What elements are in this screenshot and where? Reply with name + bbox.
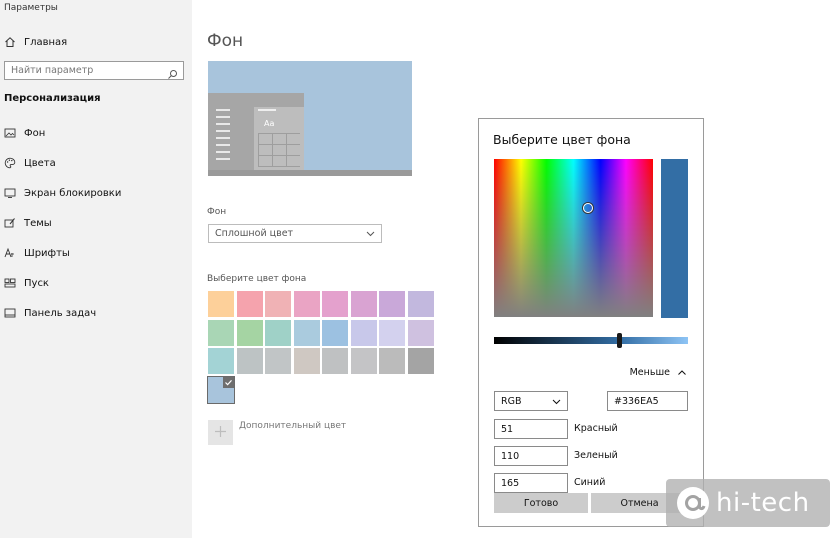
color-swatch[interactable] (293, 319, 320, 346)
watermark-text: hi-tech (716, 488, 810, 518)
palette-icon (4, 157, 16, 169)
dialog-title: Выберите цвет фона (493, 132, 631, 147)
sidebar-item-label: Фон (24, 127, 46, 139)
sidebar-item-label: Экран блокировки (24, 187, 122, 199)
search-box[interactable] (4, 61, 184, 80)
color-swatch[interactable] (322, 348, 348, 374)
slider-thumb[interactable] (617, 333, 622, 348)
color-swatch[interactable] (208, 319, 234, 346)
brightness-slider[interactable] (494, 333, 688, 348)
color-swatch[interactable] (350, 291, 377, 317)
green-label: Зеленый (574, 450, 618, 461)
sidebar-item-label: Панель задач (24, 307, 97, 319)
preview-taskbar (208, 170, 412, 176)
sidebar-item-label: Пуск (24, 277, 49, 289)
background-type-label: Фон (207, 207, 227, 217)
color-swatch[interactable] (322, 291, 348, 317)
sidebar-nav: Фон Цвета Экран блокировки Темы Шрифты П… (4, 118, 121, 328)
hi-tech-logo-icon (676, 486, 710, 520)
sidebar-home[interactable]: Главная (4, 34, 67, 50)
plus-icon (214, 423, 227, 442)
color-swatch[interactable] (379, 348, 405, 374)
preview-window: Aa (208, 93, 304, 170)
chevron-down-icon (365, 228, 376, 239)
sidebar-item-themes[interactable]: Темы (4, 208, 121, 238)
picture-icon (4, 127, 16, 139)
color-swatch[interactable] (236, 291, 263, 317)
current-color-preview (661, 159, 688, 318)
chevron-up-icon (677, 368, 687, 378)
color-swatch[interactable] (293, 291, 320, 317)
window-title: Параметры (4, 3, 58, 13)
color-swatch[interactable] (207, 375, 235, 404)
custom-color-label: Дополнительный цвет (239, 421, 347, 431)
home-icon (4, 36, 16, 48)
color-mode-select[interactable]: RGB (494, 391, 568, 411)
less-label: Меньше (629, 367, 670, 378)
green-input[interactable] (494, 446, 568, 466)
done-button[interactable]: Готово (494, 493, 588, 513)
color-swatch[interactable] (236, 319, 263, 346)
search-icon[interactable] (167, 65, 178, 79)
sidebar-item-label: Цвета (24, 157, 56, 169)
color-swatch[interactable] (208, 291, 234, 317)
sidebar-item-taskbar[interactable]: Панель задач (4, 298, 121, 328)
color-mode-value: RGB (501, 395, 522, 407)
color-swatch[interactable] (379, 319, 405, 346)
color-picker-dialog: Выберите цвет фона Меньше RGB Красный Зе… (478, 118, 704, 527)
desktop-preview: Aa (208, 61, 412, 176)
preview-menu (216, 109, 230, 165)
sidebar-item-label: Темы (24, 217, 52, 229)
page-title: Фон (207, 31, 244, 51)
blue-label: Синий (574, 477, 606, 488)
swatches-label: Выберите цвет фона (207, 274, 307, 284)
sidebar-item-fonts[interactable]: Шрифты (4, 238, 121, 268)
color-swatch[interactable] (293, 348, 320, 374)
watermark: hi-tech (666, 479, 830, 527)
color-swatch[interactable] (407, 291, 434, 317)
brush-icon (4, 217, 16, 229)
hex-input[interactable] (607, 391, 688, 411)
add-custom-color-button[interactable] (208, 420, 233, 445)
taskbar-icon (4, 307, 16, 319)
preview-pane: Aa (254, 107, 304, 170)
red-label: Красный (574, 423, 618, 434)
start-icon (4, 277, 16, 289)
font-icon (4, 247, 16, 259)
color-swatch[interactable] (350, 319, 377, 346)
sidebar: Параметры Главная Персонализация Фон Цве… (0, 0, 192, 538)
sidebar-home-label: Главная (24, 36, 68, 48)
sidebar-item-label: Шрифты (24, 247, 70, 259)
color-swatch[interactable] (350, 348, 377, 374)
color-picker-handle[interactable] (583, 203, 593, 213)
color-spectrum[interactable] (494, 159, 653, 317)
section-title-personalization: Персонализация (4, 93, 101, 104)
color-swatch[interactable] (236, 348, 263, 374)
background-type-select[interactable]: Сплошной цвет (208, 224, 382, 243)
sidebar-item-start[interactable]: Пуск (4, 268, 121, 298)
color-swatch[interactable] (265, 291, 291, 317)
monitor-icon (4, 187, 16, 199)
chevron-down-icon (551, 396, 562, 407)
blue-input[interactable] (494, 473, 568, 493)
search-input[interactable] (11, 65, 161, 76)
preview-sample-text: Aa (264, 119, 275, 128)
background-type-value: Сплошной цвет (215, 228, 294, 239)
red-input[interactable] (494, 419, 568, 439)
less-toggle[interactable]: Меньше (630, 367, 687, 378)
color-swatch[interactable] (265, 319, 291, 346)
color-swatch[interactable] (265, 348, 291, 374)
color-swatch[interactable] (208, 348, 234, 374)
sidebar-item-lock-screen[interactable]: Экран блокировки (4, 178, 121, 208)
color-swatches (207, 291, 438, 404)
color-swatch[interactable] (407, 319, 434, 346)
sidebar-item-colors[interactable]: Цвета (4, 148, 121, 178)
color-swatch[interactable] (379, 291, 405, 317)
sidebar-item-background[interactable]: Фон (4, 118, 121, 148)
checkmark-icon (223, 376, 234, 388)
color-swatch[interactable] (322, 319, 348, 346)
color-swatch[interactable] (407, 348, 434, 374)
